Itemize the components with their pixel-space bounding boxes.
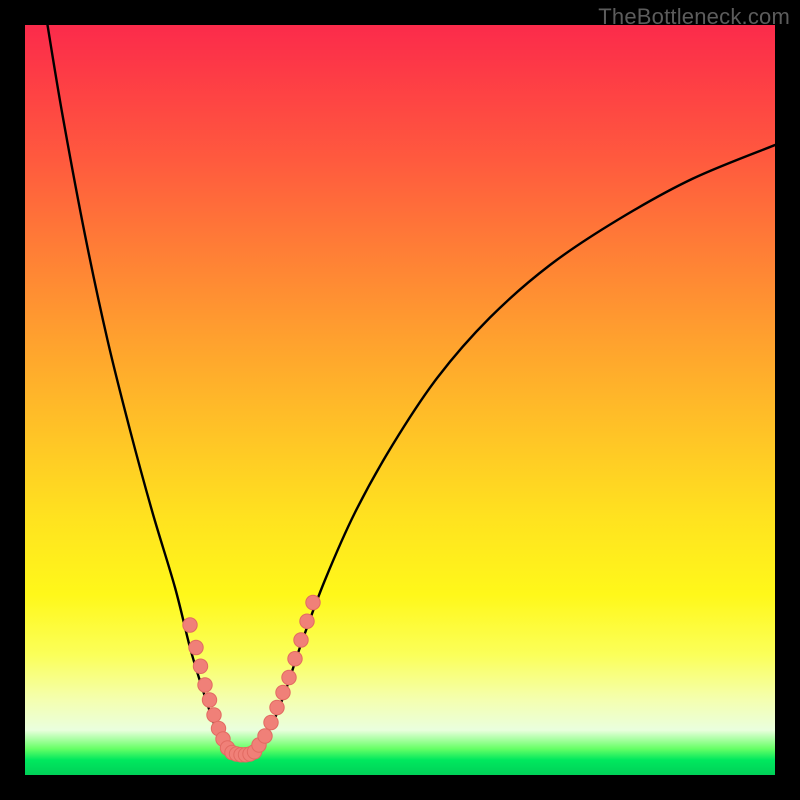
data-marker [270,700,284,714]
bottleneck-curve [48,25,776,755]
data-marker [202,693,216,707]
data-marker [198,678,212,692]
data-marker [258,729,272,743]
data-marker [300,614,314,628]
watermark-text: TheBottleneck.com [598,4,790,30]
data-marker [306,595,320,609]
data-marker [294,633,308,647]
data-marker [264,715,278,729]
data-marker [183,618,197,632]
chart-svg [25,25,775,775]
data-marker [288,652,302,666]
data-marker [207,708,221,722]
data-marker [189,640,203,654]
data-marker [193,659,207,673]
curve-markers [183,595,320,762]
chart-frame [25,25,775,775]
data-marker [276,685,290,699]
data-marker [282,670,296,684]
